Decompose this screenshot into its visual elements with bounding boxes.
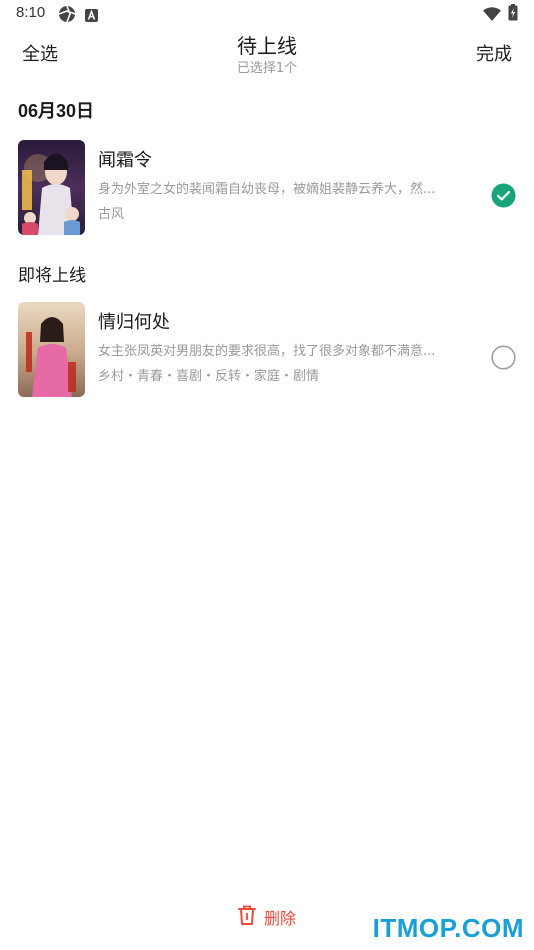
item-description: 身为外室之女的裴闻霜自幼丧母，被嫡姐裴静云养大，然...: [98, 182, 436, 197]
item-title: 闻霜令: [98, 150, 152, 171]
item-tags: 乡村・青春・喜剧・反转・家庭・剧情: [98, 369, 320, 384]
list-item[interactable]: 闻霜令 身为外室之女的裴闻霜自幼丧母，被嫡姐裴静云养大，然... 古风: [0, 140, 534, 236]
section-title-date: 06月30日: [18, 101, 95, 121]
status-bar: 8:10: [0, 0, 534, 28]
drama-cover-image: [18, 302, 85, 397]
section-title-upcoming: 即将上线: [18, 266, 86, 286]
done-button[interactable]: 完成: [476, 40, 512, 66]
status-time: 8:10: [16, 4, 46, 21]
delete-label: 删除: [263, 909, 296, 928]
unchecked-circle-icon[interactable]: [491, 345, 516, 370]
item-description: 女主张凤英对男朋友的要求很高，找了很多对象都不满意...: [98, 344, 436, 359]
trash-icon: [237, 905, 256, 929]
checked-circle-icon[interactable]: [491, 183, 516, 208]
battery-icon: [508, 4, 518, 25]
drama-cover-image: [18, 140, 85, 235]
header-bar: 全选 待上线 已选择1个 完成: [0, 28, 534, 80]
item-tags: 古风: [98, 207, 125, 222]
selection-count: 已选择1个: [236, 61, 298, 76]
wifi-icon: [483, 6, 501, 25]
list-item[interactable]: 情归何处 女主张凤英对男朋友的要求很高，找了很多对象都不满意... 乡村・青春・…: [0, 302, 534, 398]
page-title: 待上线: [237, 34, 297, 58]
a-box-icon: [85, 7, 98, 26]
watermark-text: ITMOP.COM: [372, 913, 524, 943]
aperture-icon: [58, 5, 76, 27]
item-title: 情归何处: [98, 312, 170, 333]
